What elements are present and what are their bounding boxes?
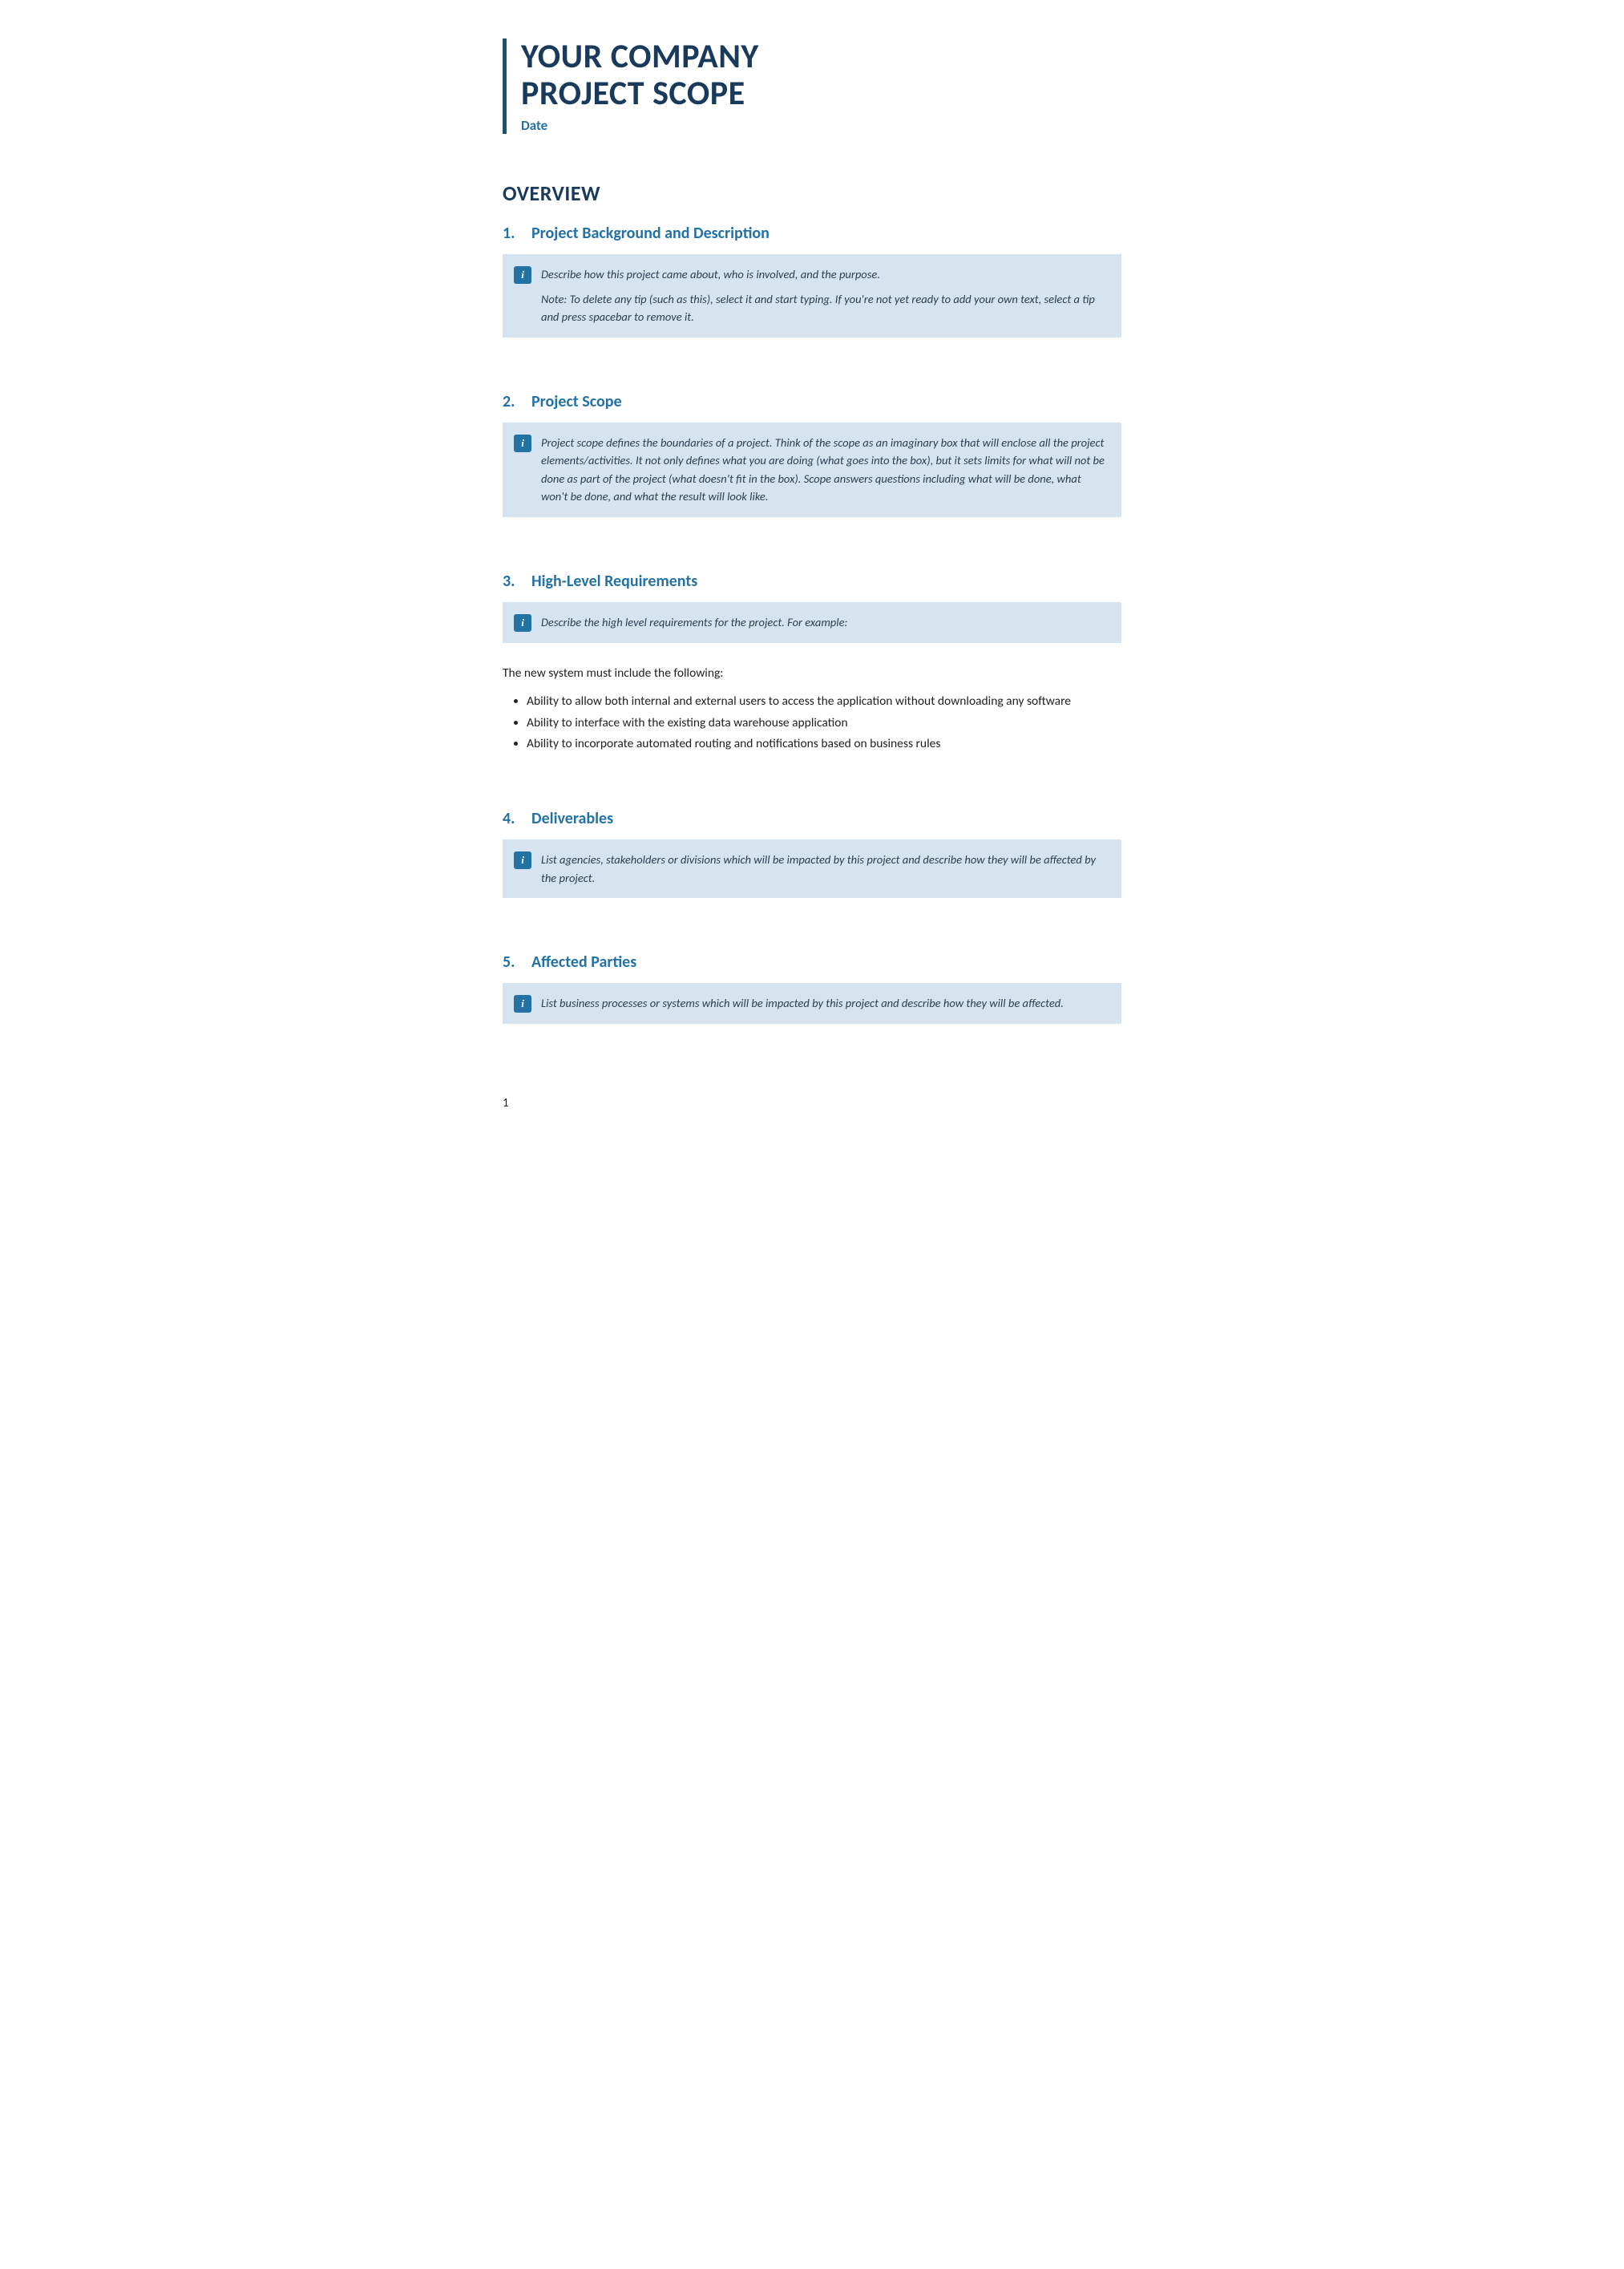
tip-main-4: List agencies, stakeholders or divisions… [541, 851, 1107, 887]
section-title-3: High-Level Requirements [531, 572, 697, 591]
tip-box-4: i List agencies, stakeholders or division… [503, 839, 1121, 898]
tip-box-1: i Describe how this project came about, w… [503, 254, 1121, 337]
section-2: 2. Project Scope i Project scope defines th… [503, 392, 1121, 546]
list-item: Ability to incorporate automated routing… [527, 734, 1121, 754]
overview-section: OVERVIEW [503, 164, 1121, 206]
section-number-2: 2. [503, 392, 523, 411]
tip-main-3: Describe the high level requirements for… [541, 613, 847, 631]
tip-text-3: Describe the high level requirements for… [541, 613, 847, 631]
section-number-1: 1. [503, 224, 523, 243]
section-heading-1: 1. Project Background and Description [503, 224, 1121, 243]
section-heading-3: 3. High-Level Requirements [503, 572, 1121, 591]
tip-text-4: List agencies, stakeholders or divisions… [541, 851, 1107, 887]
section-heading-4: 4. Deliverables [503, 809, 1121, 828]
section-1: 1. Project Background and Description i Des… [503, 224, 1121, 366]
section-number-5: 5. [503, 952, 523, 972]
tip-main-1: Describe how this project came about, wh… [541, 265, 1107, 283]
date-label: Date [521, 117, 1121, 134]
tip-main-2: Project scope defines the boundaries of … [541, 434, 1107, 506]
section-3: 3. High-Level Requirements i Describe the h… [503, 572, 1121, 784]
section-4: 4. Deliverables i List agencies, stakeholde… [503, 809, 1121, 927]
section-5: 5. Affected Parties i List business process… [503, 952, 1121, 1053]
tip-icon-2: i [514, 435, 531, 452]
tip-box-5: i List business processes or systems whic… [503, 983, 1121, 1024]
body-text-3: The new system must include the followin… [503, 664, 1121, 684]
tip-text-5: List business processes or systems which… [541, 994, 1064, 1012]
tip-text-2: Project scope defines the boundaries of … [541, 434, 1107, 506]
list-item: Ability to allow both internal and exter… [527, 691, 1121, 712]
page-number: 1 [503, 1096, 509, 1110]
bullet-list-3: Ability to allow both internal and exter… [527, 691, 1121, 754]
section-heading-2: 2. Project Scope [503, 392, 1121, 411]
tip-icon-1: i [514, 266, 531, 284]
sections-container: 1. Project Background and Description i Des… [503, 224, 1121, 1053]
tip-box-3: i Describe the high level requirements fo… [503, 602, 1121, 643]
tip-text-1: Describe how this project came about, wh… [541, 265, 1107, 326]
tip-icon-5: i [514, 995, 531, 1013]
page-footer: 1 [503, 1096, 509, 1110]
header-section: YOUR COMPANY PROJECT SCOPE Date [503, 38, 1121, 134]
section-title-5: Affected Parties [531, 952, 636, 972]
overview-title: OVERVIEW [503, 180, 1121, 206]
section-title-1: Project Background and Description [531, 224, 770, 243]
tip-main-5: List business processes or systems which… [541, 994, 1064, 1012]
section-title-4: Deliverables [531, 809, 613, 828]
section-title-2: Project Scope [531, 392, 622, 411]
tip-box-2: i Project scope defines the boundaries of… [503, 423, 1121, 517]
page: YOUR COMPANY PROJECT SCOPE Date OVERVIEW… [451, 0, 1173, 1130]
tip-note-1: Note: To delete any tip (such as this), … [541, 290, 1107, 326]
section-number-4: 4. [503, 809, 523, 828]
section-heading-5: 5. Affected Parties [503, 952, 1121, 972]
list-item: Ability to interface with the existing d… [527, 713, 1121, 734]
tip-icon-4: i [514, 851, 531, 869]
section-number-3: 3. [503, 572, 523, 591]
tip-icon-3: i [514, 614, 531, 632]
main-title: YOUR COMPANY PROJECT SCOPE [521, 38, 1121, 112]
